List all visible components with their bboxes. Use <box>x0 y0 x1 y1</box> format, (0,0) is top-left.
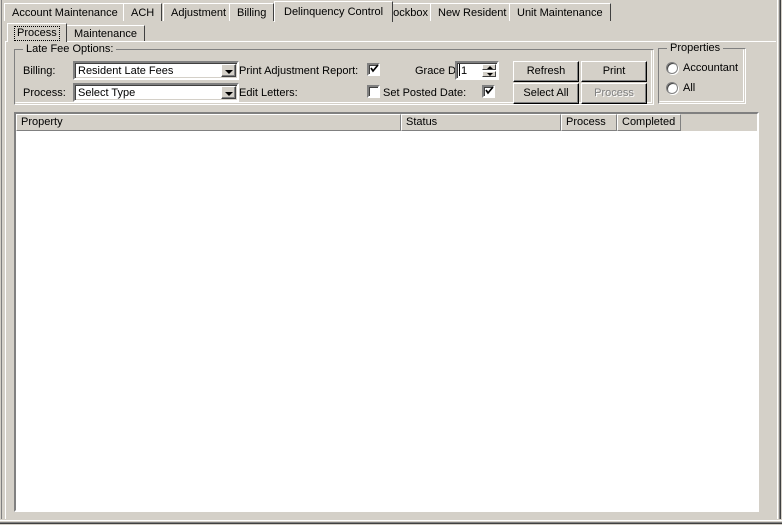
groupbox-bevel <box>659 49 744 102</box>
column-header-status[interactable]: Status <box>401 114 561 131</box>
outer-tab-strip: Account Maintenance ACH Adjustment Billi… <box>4 1 776 22</box>
billing-combo[interactable]: Resident Late Fees <box>73 61 239 80</box>
text-caret <box>459 64 460 76</box>
check-icon <box>370 64 379 73</box>
tab-adjustment[interactable]: Adjustment <box>163 3 235 21</box>
tab-process[interactable]: Process <box>7 23 67 42</box>
chevron-down-icon[interactable] <box>221 86 236 99</box>
tab-label: Adjustment <box>171 7 227 19</box>
tab-label: Unit Maintenance <box>517 7 603 19</box>
spin-up-icon[interactable] <box>482 64 496 70</box>
radio-icon[interactable] <box>666 82 678 94</box>
process-tab-page: Late Fee Options: Billing: Resident Late… <box>5 41 777 519</box>
column-header-property[interactable]: Property <box>16 114 401 131</box>
billing-label: Billing: <box>23 65 56 77</box>
properties-group-title: Properties <box>667 43 724 54</box>
tab-label: Account Maintenance <box>12 7 118 19</box>
radio-icon[interactable] <box>666 62 678 74</box>
process-combo-value: Select Type <box>78 87 136 99</box>
print-adjustment-report-label: Print Adjustment Report: <box>239 65 359 77</box>
select-all-button[interactable]: Select All <box>513 83 579 104</box>
refresh-button[interactable]: Refresh <box>513 61 579 82</box>
listview-body[interactable] <box>16 131 757 510</box>
tab-billing[interactable]: Billing <box>229 3 275 21</box>
print-button[interactable]: Print <box>581 61 647 82</box>
window-frame-left <box>0 0 4 525</box>
tab-label: New Resident <box>438 7 507 19</box>
tab-label: Process <box>14 26 60 41</box>
tab-delinquency-control[interactable]: Delinquency Control <box>274 1 394 22</box>
check-icon <box>485 86 494 95</box>
tab-label: Delinquency Control <box>284 6 384 18</box>
tab-account-maintenance[interactable]: Account Maintenance <box>4 3 126 21</box>
tab-label: Lockbox <box>387 7 428 19</box>
column-header-completed[interactable]: Completed <box>617 114 681 131</box>
radio-label: Accountant <box>683 62 739 74</box>
edit-letters-checkbox[interactable] <box>367 85 380 98</box>
window-frame-bottom <box>0 519 782 525</box>
chevron-down-icon[interactable] <box>221 64 236 77</box>
tab-maintenance[interactable]: Maintenance <box>66 25 145 42</box>
application-window: Account Maintenance ACH Adjustment Billi… <box>0 0 782 525</box>
properties-listview[interactable]: Property Status Process Completed <box>14 112 759 512</box>
column-header-process[interactable]: Process <box>561 114 617 131</box>
grace-days-stepper[interactable]: 1 <box>455 61 499 80</box>
tab-ach[interactable]: ACH <box>123 3 163 21</box>
window-frame-right <box>776 0 782 525</box>
process-button[interactable]: Process <box>581 83 647 104</box>
edit-letters-label: Edit Letters: <box>239 87 298 99</box>
properties-group: Properties Accountant All <box>658 43 746 104</box>
print-adjustment-report-checkbox[interactable] <box>367 63 380 76</box>
grace-days-spin-buttons[interactable] <box>482 64 496 77</box>
late-fee-options-title: Late Fee Options: <box>23 44 117 55</box>
grace-days-value: 1 <box>461 65 468 77</box>
process-combo[interactable]: Select Type <box>73 83 239 102</box>
process-label: Process: <box>23 87 66 99</box>
radio-label: All <box>683 82 696 94</box>
tab-label: Maintenance <box>74 28 137 40</box>
tab-new-resident[interactable]: New Resident <box>430 3 515 21</box>
billing-combo-value: Resident Late Fees <box>78 65 174 77</box>
set-posted-date-checkbox[interactable] <box>482 85 495 98</box>
late-fee-options-group: Late Fee Options: Billing: Resident Late… <box>14 44 654 105</box>
tab-unit-maintenance[interactable]: Unit Maintenance <box>509 3 611 21</box>
tab-label: ACH <box>131 7 155 19</box>
spin-down-icon[interactable] <box>482 71 496 77</box>
set-posted-date-label: Set Posted Date: <box>383 87 467 99</box>
inner-tab-strip: Process Maintenance <box>7 23 773 42</box>
listview-header: Property Status Process Completed <box>16 114 757 131</box>
tab-label: Billing <box>237 7 267 19</box>
